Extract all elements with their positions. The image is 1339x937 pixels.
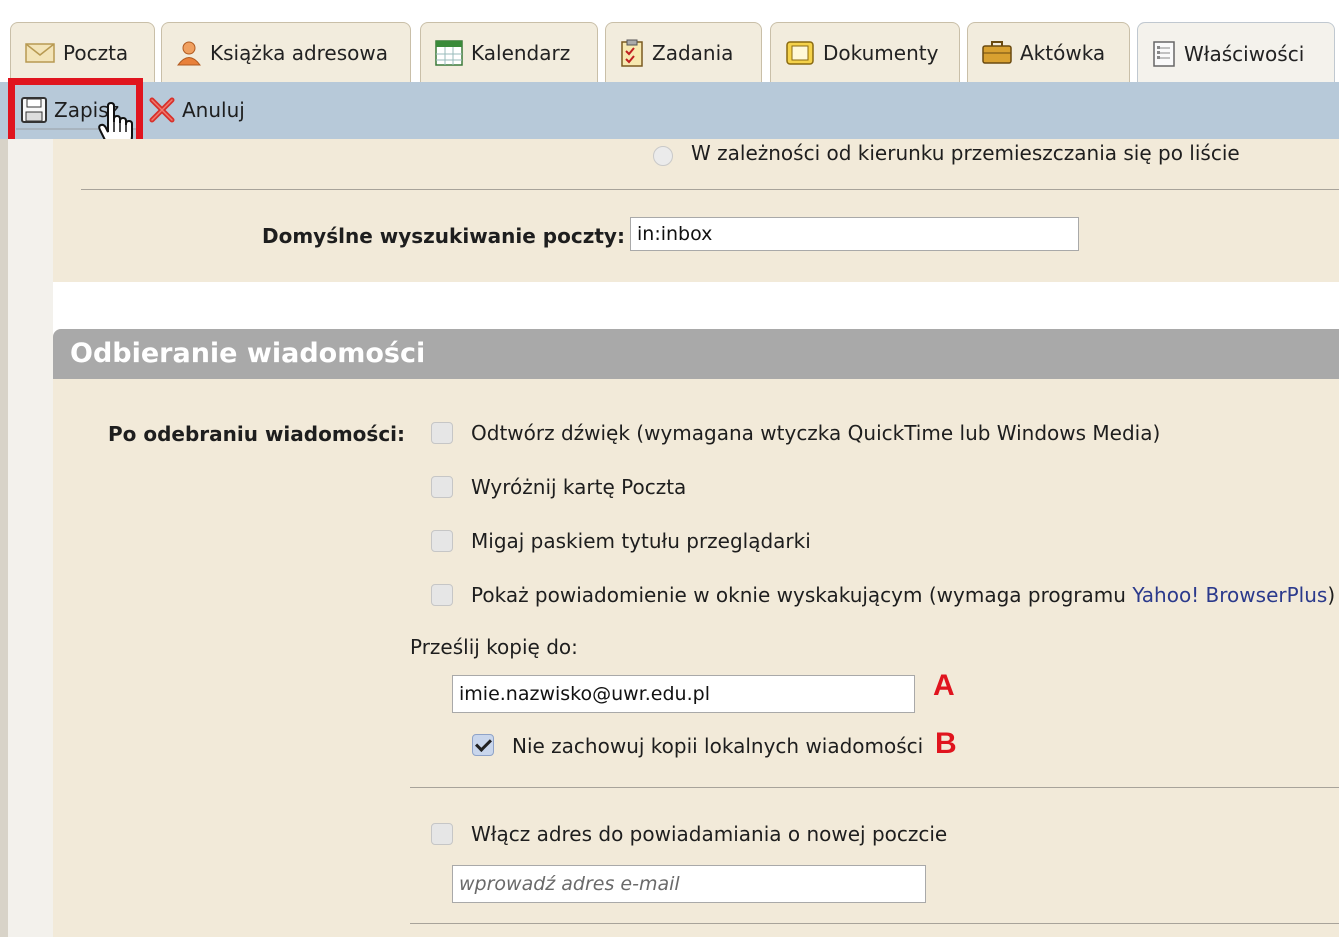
calendar-icon: [435, 39, 463, 66]
tasks-icon: [621, 39, 643, 67]
radio-direction-label: W zależności od kierunku przemieszczania…: [691, 141, 1240, 165]
toolbar: Zapisz Anuluj: [0, 82, 1339, 140]
tab-label: Książka adresowa: [210, 40, 388, 65]
display-settings-panel: W zależności od kierunku przemieszczania…: [53, 139, 1339, 282]
on-receive-label: Po odebraniu wiadomości:: [108, 422, 406, 446]
annotation-marker-b: B: [935, 727, 957, 760]
flash-title-label: Migaj paskiem tytułu przeglądarki: [471, 529, 811, 553]
tab-poczta[interactable]: Poczta: [10, 22, 155, 82]
preferences-icon: [1153, 40, 1175, 67]
tab-wlasciwosci[interactable]: Właściwości: [1137, 22, 1335, 84]
tab-label: Właściwości: [1184, 41, 1305, 66]
annotation-marker-a: A: [933, 669, 955, 702]
play-sound-checkbox[interactable]: [431, 422, 453, 444]
forward-copy-input[interactable]: [452, 675, 915, 713]
popup-notification-suffix: ): [1327, 583, 1336, 607]
tab-dokumenty[interactable]: Dokumenty: [770, 22, 960, 82]
section-spacer: [53, 282, 1339, 329]
documents-icon: [786, 40, 814, 65]
popup-notification-checkbox[interactable]: [431, 584, 453, 606]
tab-bar: Poczta Książka adresowa Kalendarz Zadani…: [0, 0, 1339, 84]
section-header-receiving: Odbieranie wiadomości: [53, 329, 1339, 379]
highlight-mail-tab-checkbox[interactable]: [431, 476, 453, 498]
forward-copy-label: Prześlij kopię do:: [410, 635, 578, 659]
popup-notification-text: Pokaż powiadomienie w oknie wyskakującym…: [471, 583, 1133, 607]
tab-aktowka[interactable]: Aktówka: [967, 22, 1130, 82]
highlight-mail-tab-label: Wyróżnij kartę Poczta: [471, 475, 687, 499]
default-search-label: Domyślne wyszukiwanie poczty:: [262, 224, 625, 248]
tab-label: Zadania: [652, 40, 734, 65]
notify-address-checkbox[interactable]: [431, 823, 453, 845]
default-search-input[interactable]: [630, 217, 1079, 251]
cancel-button[interactable]: Anuluj: [148, 92, 245, 128]
divider: [81, 189, 1339, 190]
tab-label: Dokumenty: [823, 40, 939, 65]
play-sound-label: Odtwórz dźwięk (wymagana wtyczka QuickTi…: [471, 421, 1161, 445]
divider: [410, 923, 1339, 924]
contacts-icon: [177, 41, 201, 65]
tab-label: Kalendarz: [471, 40, 571, 65]
receiving-messages-panel: Odbieranie wiadomości Po odebraniu wiado…: [53, 329, 1339, 937]
tab-zadania[interactable]: Zadania: [605, 22, 762, 82]
envelope-icon: [25, 42, 55, 63]
tab-kalendarz[interactable]: Kalendarz: [420, 22, 598, 82]
radio-direction[interactable]: [653, 146, 673, 166]
popup-notification-label: Pokaż powiadomienie w oknie wyskakującym…: [471, 583, 1335, 607]
left-margin: [8, 139, 53, 937]
tab-ksiazka-adresowa[interactable]: Książka adresowa: [161, 22, 411, 82]
divider: [410, 787, 1339, 788]
cancel-label: Anuluj: [182, 98, 245, 122]
flash-title-checkbox[interactable]: [431, 530, 453, 552]
tab-label: Aktówka: [1020, 40, 1106, 65]
browserplus-link[interactable]: Yahoo! BrowserPlus: [1132, 583, 1327, 607]
left-gutter: [0, 139, 8, 937]
tab-label: Poczta: [63, 40, 129, 65]
notify-email-input[interactable]: [452, 865, 926, 903]
notify-address-label: Włącz adres do powiadamiania o nowej poc…: [471, 822, 948, 846]
no-local-copy-label: Nie zachowuj kopii lokalnych wiadomości: [512, 734, 924, 758]
no-local-copy-checkbox[interactable]: [472, 734, 494, 756]
close-icon: [149, 97, 175, 123]
briefcase-icon: [982, 40, 1012, 64]
